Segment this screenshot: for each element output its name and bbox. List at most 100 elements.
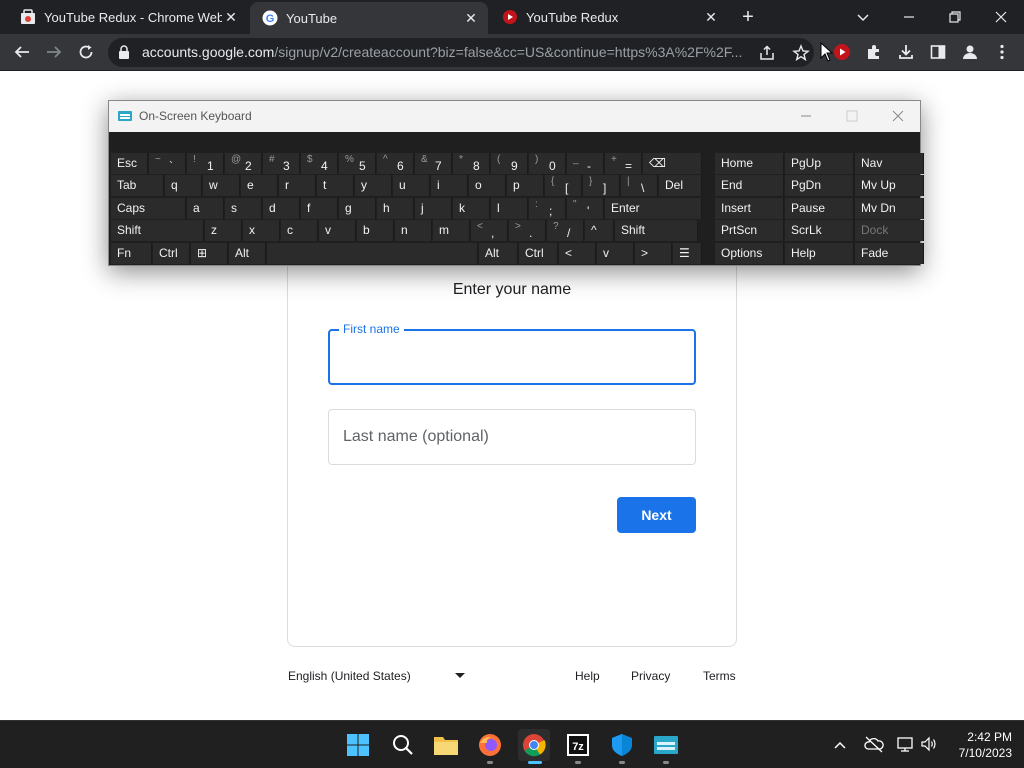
onedrive-offline-icon[interactable]	[864, 735, 884, 758]
osk-key-dock[interactable]: Dock	[855, 220, 924, 242]
osk-key-caps[interactable]: Caps	[111, 197, 186, 219]
restore-icon[interactable]	[944, 6, 966, 28]
osk-key-o[interactable]: o	[469, 175, 506, 197]
osk-key-symbol[interactable]: ? /	[547, 220, 584, 242]
osk-key-2[interactable]: @2	[225, 153, 262, 174]
volume-icon[interactable]	[920, 735, 938, 758]
osk-key-home[interactable]: Home	[715, 153, 784, 174]
osk-key-a[interactable]: a	[187, 197, 224, 219]
tab-youtube-redux-store[interactable]: YouTube Redux - Chrome Web Store ✕	[8, 0, 248, 34]
last-name-field[interactable]	[328, 409, 696, 465]
osk-key-r[interactable]: r	[279, 175, 316, 197]
osk-key-5[interactable]: % 5	[339, 153, 376, 174]
osk-key-d[interactable]: d	[263, 197, 300, 219]
osk-key-mvdn[interactable]: Mv Dn	[855, 197, 924, 219]
tab-youtube-redux[interactable]: YouTube Redux ✕	[490, 0, 728, 34]
osk-key-esc[interactable]: Esc	[111, 153, 148, 174]
tab-search-icon[interactable]	[852, 6, 874, 28]
osk-key-v[interactable]: v	[319, 220, 356, 242]
osk-key-n[interactable]: n	[395, 220, 432, 242]
start-icon[interactable]	[342, 729, 374, 761]
last-name-input[interactable]	[329, 410, 695, 464]
osk-key-8[interactable]: * 8	[453, 153, 490, 174]
close-window-icon[interactable]	[990, 6, 1012, 28]
osk-key-ctrl[interactable]: Ctrl	[519, 242, 558, 264]
osk-key-symbol[interactable]: :;	[529, 197, 566, 219]
osk-key-6[interactable]: ^ 6	[377, 153, 414, 174]
file-explorer-icon[interactable]	[430, 729, 462, 761]
osk-key-s[interactable]: s	[225, 197, 262, 219]
tab-youtube[interactable]: G YouTube ✕	[250, 2, 488, 34]
osk-key-3[interactable]: #3	[263, 153, 300, 174]
osk-key-x[interactable]: x	[243, 220, 280, 242]
first-name-input[interactable]	[330, 331, 694, 383]
close-tab-icon[interactable]: ✕	[702, 8, 720, 26]
osk-key-symbol[interactable]: ⌫	[643, 153, 702, 174]
osk-key-symbol[interactable]: >.	[509, 220, 546, 242]
osk-key-g[interactable]: g	[339, 197, 376, 219]
forward-button[interactable]	[40, 38, 68, 66]
osk-close-icon[interactable]	[891, 109, 905, 123]
osk-key-9[interactable]: (9	[491, 153, 528, 174]
osk-key-pgdn[interactable]: PgDn	[785, 175, 854, 197]
osk-key-k[interactable]: k	[453, 197, 490, 219]
network-icon[interactable]	[896, 735, 914, 758]
osk-key-c[interactable]: c	[281, 220, 318, 242]
osk-key-symbol[interactable]: " '	[567, 197, 604, 219]
osk-key-symbol[interactable]: {[	[545, 175, 582, 197]
osk-key-symbol[interactable]: <	[559, 242, 596, 264]
osk-key-alt[interactable]: Alt	[229, 242, 266, 264]
osk-key-i[interactable]: i	[431, 175, 468, 197]
new-tab-button[interactable]: +	[736, 6, 760, 28]
osk-key-symbol[interactable]: _ -	[567, 153, 604, 174]
osk-key-del[interactable]: Del	[659, 175, 702, 197]
osk-key-4[interactable]: $4	[301, 153, 338, 174]
osk-key-b[interactable]: b	[357, 220, 394, 242]
osk-key-symbol[interactable]: ☰	[673, 242, 702, 264]
osk-key-j[interactable]: j	[415, 197, 452, 219]
side-panel-icon[interactable]	[924, 38, 952, 66]
osk-key-options[interactable]: Options	[715, 242, 784, 264]
osk-key-symbol[interactable]: >	[635, 242, 672, 264]
osk-key-p[interactable]: p	[507, 175, 544, 197]
osk-key-enter[interactable]: Enter	[605, 197, 702, 219]
reload-button[interactable]	[72, 38, 100, 66]
osk-key-symbol[interactable]: <,	[471, 220, 508, 242]
close-tab-icon[interactable]: ✕	[462, 9, 480, 27]
profile-icon[interactable]	[956, 38, 984, 66]
osk-key-7[interactable]: & 7	[415, 153, 452, 174]
osk-key-m[interactable]: m	[433, 220, 470, 242]
osk-key-tab[interactable]: Tab	[111, 175, 164, 197]
osk-key-shift[interactable]: Shift	[111, 220, 204, 242]
osk-key-insert[interactable]: Insert	[715, 197, 784, 219]
osk-key-h[interactable]: h	[377, 197, 414, 219]
next-button[interactable]: Next	[617, 497, 696, 533]
search-icon[interactable]	[387, 729, 419, 761]
share-icon[interactable]	[758, 44, 776, 67]
minimize-icon[interactable]	[898, 6, 920, 28]
language-selector[interactable]: English (United States)	[288, 669, 411, 683]
osk-minimize-icon[interactable]	[799, 109, 813, 123]
osk-key-space[interactable]	[267, 242, 478, 264]
osk-key-1[interactable]: ! 1	[187, 153, 224, 174]
help-link[interactable]: Help	[575, 669, 600, 683]
osk-key-scrlk[interactable]: ScrLk	[785, 220, 854, 242]
osk-key-q[interactable]: q	[165, 175, 202, 197]
osk-key-alt[interactable]: Alt	[479, 242, 518, 264]
firefox-icon[interactable]	[474, 729, 506, 761]
osk-key-pgup[interactable]: PgUp	[785, 153, 854, 174]
dropdown-arrow-icon[interactable]	[455, 673, 465, 678]
chevron-up-icon[interactable]	[832, 737, 848, 758]
osk-key-l[interactable]: l	[491, 197, 528, 219]
osk-key-fade[interactable]: Fade	[855, 242, 924, 264]
address-bar[interactable]: accounts.google.com/signup/v2/createacco…	[108, 38, 814, 67]
osk-key-e[interactable]: e	[241, 175, 278, 197]
menu-kebab-icon[interactable]	[988, 38, 1016, 66]
osk-key-y[interactable]: y	[355, 175, 392, 197]
osk-key-symbol[interactable]: }]	[583, 175, 620, 197]
back-button[interactable]	[8, 38, 36, 66]
download-icon[interactable]	[892, 38, 920, 66]
osk-titlebar[interactable]: On-Screen Keyboard	[109, 101, 920, 132]
osk-key-shift[interactable]: Shift	[615, 220, 698, 242]
osk-key-v[interactable]: v	[597, 242, 634, 264]
